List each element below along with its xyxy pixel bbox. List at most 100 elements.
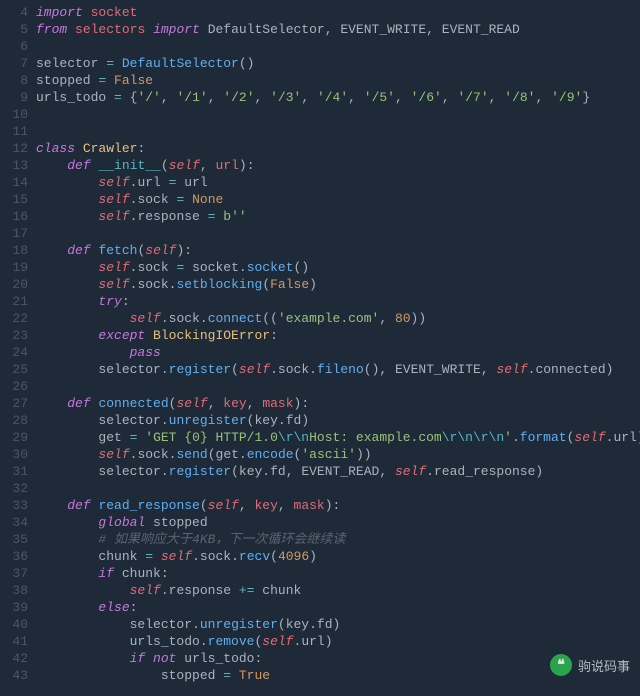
token: ': [504, 430, 512, 445]
token: ,: [426, 22, 442, 37]
token: self: [98, 277, 129, 292]
code-line[interactable]: urls_todo.remove(self.url): [36, 633, 640, 650]
code-line[interactable]: global stopped: [36, 514, 640, 531]
code-line[interactable]: self.sock.send(get.encode('ascii')): [36, 446, 640, 463]
token: send: [176, 447, 207, 462]
token: def: [67, 396, 90, 411]
line-number: 20: [4, 276, 28, 293]
code-line[interactable]: self.sock.connect(('example.com', 80)): [36, 310, 640, 327]
token: [36, 498, 67, 513]
line-number: 29: [4, 429, 28, 446]
code-line[interactable]: selector.register(self.sock.fileno(), EV…: [36, 361, 640, 378]
token: sock: [200, 549, 231, 564]
code-line[interactable]: if chunk:: [36, 565, 640, 582]
token: [36, 192, 98, 207]
token: mask: [294, 498, 325, 513]
token: ,: [348, 90, 364, 105]
code-line[interactable]: def fetch(self):: [36, 242, 640, 259]
line-number: 28: [4, 412, 28, 429]
code-line[interactable]: [36, 38, 640, 55]
token: get: [216, 447, 239, 462]
code-line[interactable]: self.url = url: [36, 174, 640, 191]
token: ):: [325, 498, 341, 513]
token: url: [613, 430, 636, 445]
token: sock: [137, 447, 168, 462]
token: Crawler: [83, 141, 138, 156]
code-line[interactable]: # 如果响应大于4KB，下一次循环会继续读: [36, 531, 640, 548]
token: =: [145, 549, 153, 564]
line-number: 39: [4, 599, 28, 616]
code-line[interactable]: import socket: [36, 4, 640, 21]
code-line[interactable]: [36, 480, 640, 497]
code-line[interactable]: [36, 123, 640, 140]
token: .: [161, 362, 169, 377]
token: '/7': [457, 90, 488, 105]
line-number: 15: [4, 191, 28, 208]
token: ((: [262, 311, 278, 326]
token: self: [574, 430, 605, 445]
code-line[interactable]: except BlockingIOError:: [36, 327, 640, 344]
token: if: [130, 651, 146, 666]
token: key: [239, 464, 262, 479]
code-line[interactable]: def read_response(self, key, mask):: [36, 497, 640, 514]
token: chunk: [254, 583, 301, 598]
code-line[interactable]: [36, 225, 640, 242]
code-line[interactable]: self.response = b'': [36, 208, 640, 225]
token: unregister: [200, 617, 278, 632]
token: False: [270, 277, 309, 292]
token: =: [114, 90, 122, 105]
code-line[interactable]: selector.unregister(key.fd): [36, 412, 640, 429]
token: unregister: [169, 413, 247, 428]
code-line[interactable]: try:: [36, 293, 640, 310]
token: sock: [137, 277, 168, 292]
token: chunk: [122, 566, 161, 581]
token: stopped: [161, 668, 223, 683]
code-line[interactable]: self.sock = socket.socket(): [36, 259, 640, 276]
line-number: 32: [4, 480, 28, 497]
code-line[interactable]: urls_todo = {'/', '/1', '/2', '/3', '/4'…: [36, 89, 640, 106]
line-number: 18: [4, 242, 28, 259]
token: [36, 617, 130, 632]
code-line[interactable]: def connected(self, key, mask):: [36, 395, 640, 412]
code-line[interactable]: [36, 106, 640, 123]
code-area[interactable]: import socketfrom selectors import Defau…: [36, 4, 640, 684]
token: .: [200, 634, 208, 649]
code-line[interactable]: else:: [36, 599, 640, 616]
code-line[interactable]: get = 'GET {0} HTTP/1.0\r\nHost: example…: [36, 429, 640, 446]
token: fd: [317, 617, 333, 632]
token: :: [137, 141, 145, 156]
code-line[interactable]: selector = DefaultSelector(): [36, 55, 640, 72]
token: selectors: [75, 22, 145, 37]
token: [106, 73, 114, 88]
code-line[interactable]: self.sock = None: [36, 191, 640, 208]
token: ): [309, 277, 317, 292]
token: selector: [36, 56, 106, 71]
code-line[interactable]: self.sock.setblocking(False): [36, 276, 640, 293]
token: [36, 277, 98, 292]
line-number: 17: [4, 225, 28, 242]
code-line[interactable]: from selectors import DefaultSelector, E…: [36, 21, 640, 38]
token: '/': [137, 90, 160, 105]
line-number: 5: [4, 21, 28, 38]
code-line[interactable]: selector.register(key.fd, EVENT_READ, se…: [36, 463, 640, 480]
code-line[interactable]: pass: [36, 344, 640, 361]
token: [36, 515, 98, 530]
token: [36, 413, 98, 428]
code-line[interactable]: [36, 378, 640, 395]
code-line[interactable]: selector.unregister(key.fd): [36, 616, 640, 633]
line-number: 11: [4, 123, 28, 140]
code-line[interactable]: stopped = False: [36, 72, 640, 89]
token: key: [255, 498, 278, 513]
token: '/6': [411, 90, 442, 105]
token: [122, 90, 130, 105]
code-line[interactable]: self.response += chunk: [36, 582, 640, 599]
code-line[interactable]: chunk = self.sock.recv(4096): [36, 548, 640, 565]
code-editor[interactable]: 4567891011121314151617181920212223242526…: [0, 0, 640, 684]
code-line[interactable]: def __init__(self, url):: [36, 157, 640, 174]
line-number: 10: [4, 106, 28, 123]
code-line[interactable]: class Crawler:: [36, 140, 640, 157]
line-number: 40: [4, 616, 28, 633]
token: remove: [208, 634, 255, 649]
token: [67, 22, 75, 37]
token: '/5': [364, 90, 395, 105]
